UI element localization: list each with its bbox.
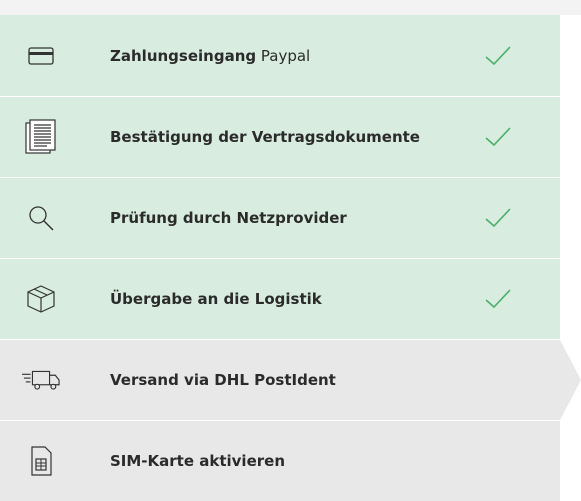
step-suffix: Paypal [260,46,311,65]
step-title: Übergabe an die Logistik [110,290,322,308]
truck-icon [22,361,60,399]
step-contract-documents: Bestätigung der Vertragsdokumente [0,96,560,177]
step-title: Bestätigung der Vertragsdokumente [110,128,420,146]
check-icon [484,288,512,310]
step-title: Zahlungseingang [110,46,257,65]
top-strip [0,0,581,15]
check-icon [484,45,512,67]
check-icon [484,207,512,229]
step-payment: Zahlungseingang Paypal [0,15,560,96]
step-label: Übergabe an die Logistik [110,290,322,308]
step-label: Prüfung durch Netzprovider [110,209,347,227]
sim-card-icon [22,442,60,480]
step-shipping: Versand via DHL PostIdent [0,339,581,420]
step-title: Versand via DHL PostIdent [110,371,336,389]
step-title: SIM-Karte aktivieren [110,452,285,470]
search-icon [22,199,60,237]
active-step-arrow [560,340,581,420]
package-icon [22,280,60,318]
step-title: Prüfung durch Netzprovider [110,209,347,227]
step-label: Zahlungseingang Paypal [110,47,310,65]
step-label: Versand via DHL PostIdent [110,371,336,389]
step-label: Bestätigung der Vertragsdokumente [110,128,420,146]
step-label: SIM-Karte aktivieren [110,452,285,470]
order-status-steps: Zahlungseingang Paypal Bestätigung der V… [0,15,581,501]
step-logistics-handover: Übergabe an die Logistik [0,258,560,339]
step-sim-activation: SIM-Karte aktivieren [0,420,560,501]
credit-card-icon [22,37,60,75]
step-network-check: Prüfung durch Netzprovider [0,177,560,258]
check-icon [484,126,512,148]
document-icon [22,118,60,156]
